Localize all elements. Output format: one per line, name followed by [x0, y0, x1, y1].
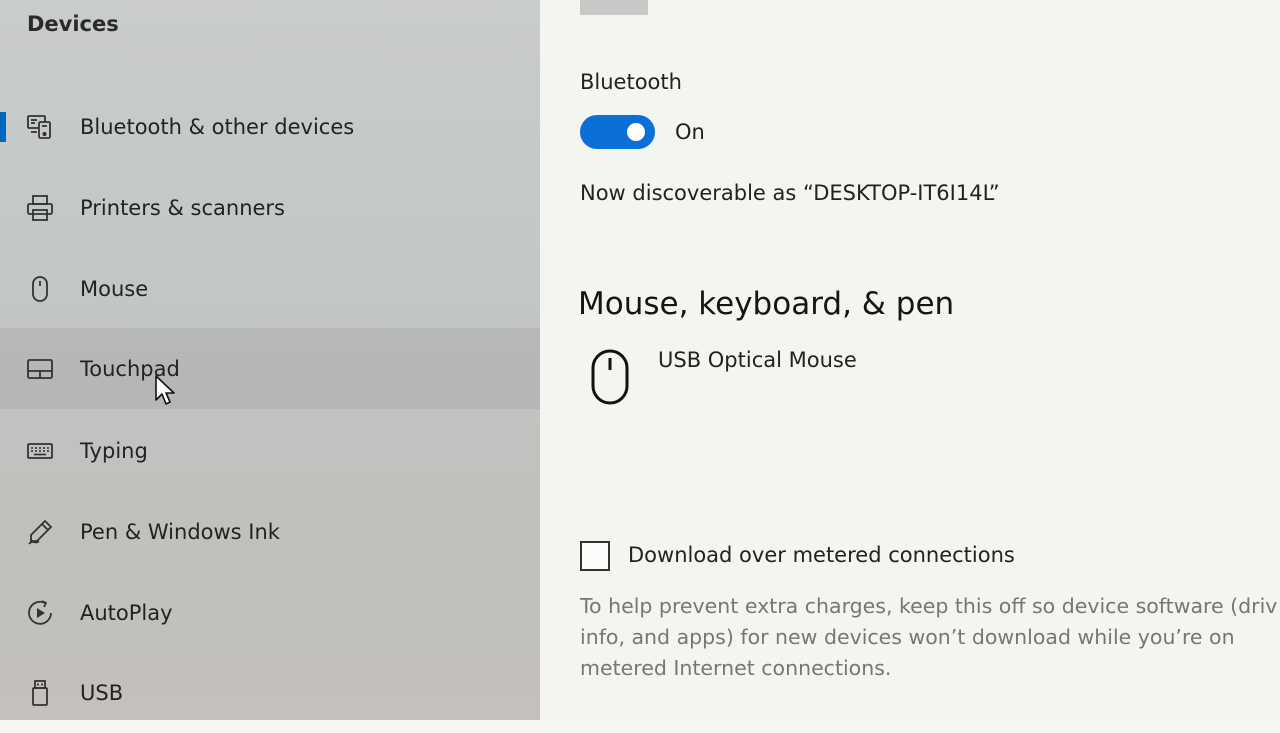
- sidebar-item-label: USB: [80, 680, 124, 705]
- mouse-pointer-icon: [155, 375, 175, 405]
- sidebar-item-label: Bluetooth & other devices: [80, 114, 355, 139]
- sidebar-item-label: Mouse: [80, 276, 149, 301]
- sidebar-item-label: Typing: [80, 438, 148, 463]
- sidebar-item-mouse[interactable]: Mouse: [0, 248, 540, 329]
- touchpad-icon: [25, 354, 55, 384]
- sidebar-item-touchpad[interactable]: Touchpad: [0, 328, 540, 409]
- metered-help-text: To help prevent extra charges, keep this…: [580, 591, 1280, 684]
- device-name[interactable]: USB Optical Mouse: [658, 348, 857, 372]
- metered-checkbox[interactable]: [580, 541, 610, 571]
- sidebar: Devices Bluetooth & other devices Printe…: [0, 0, 540, 720]
- bluetooth-label: Bluetooth: [580, 70, 682, 94]
- usb-icon: [25, 678, 55, 708]
- truncated-button[interactable]: [580, 0, 648, 15]
- autoplay-icon: [25, 598, 55, 628]
- printer-icon: [25, 193, 55, 223]
- section-heading: Mouse, keyboard, & pen: [578, 286, 955, 322]
- sidebar-item-label: AutoPlay: [80, 600, 173, 625]
- mouse-icon: [591, 349, 629, 405]
- discoverable-text: Now discoverable as “DESKTOP-IT6I14L”: [580, 181, 1000, 205]
- sidebar-item-printers[interactable]: Printers & scanners: [0, 167, 540, 248]
- keyboard-icon: [25, 436, 55, 466]
- help-line: metered Internet connections.: [580, 656, 892, 680]
- sidebar-item-pen[interactable]: Pen & Windows Ink: [0, 491, 540, 572]
- help-line: info, and apps) for new devices won’t do…: [580, 625, 1235, 649]
- bluetooth-devices-icon: [25, 112, 55, 142]
- sidebar-item-typing[interactable]: Typing: [0, 410, 540, 491]
- mouse-icon: [25, 274, 55, 304]
- help-line: To help prevent extra charges, keep this…: [580, 594, 1278, 618]
- main-content: Bluetooth On Now discoverable as “DESKTO…: [540, 0, 1280, 720]
- bluetooth-toggle[interactable]: [580, 115, 655, 149]
- bluetooth-toggle-state: On: [675, 120, 705, 144]
- sidebar-item-bluetooth[interactable]: Bluetooth & other devices: [0, 86, 540, 167]
- selected-indicator: [0, 112, 6, 142]
- pen-icon: [25, 517, 55, 547]
- toggle-knob: [627, 123, 645, 141]
- sidebar-item-usb[interactable]: USB: [0, 652, 540, 733]
- metered-checkbox-label[interactable]: Download over metered connections: [628, 543, 1015, 567]
- sidebar-item-autoplay[interactable]: AutoPlay: [0, 572, 540, 653]
- sidebar-item-label: Pen & Windows Ink: [80, 519, 280, 544]
- sidebar-item-label: Printers & scanners: [80, 195, 285, 220]
- sidebar-title: Devices: [27, 12, 119, 36]
